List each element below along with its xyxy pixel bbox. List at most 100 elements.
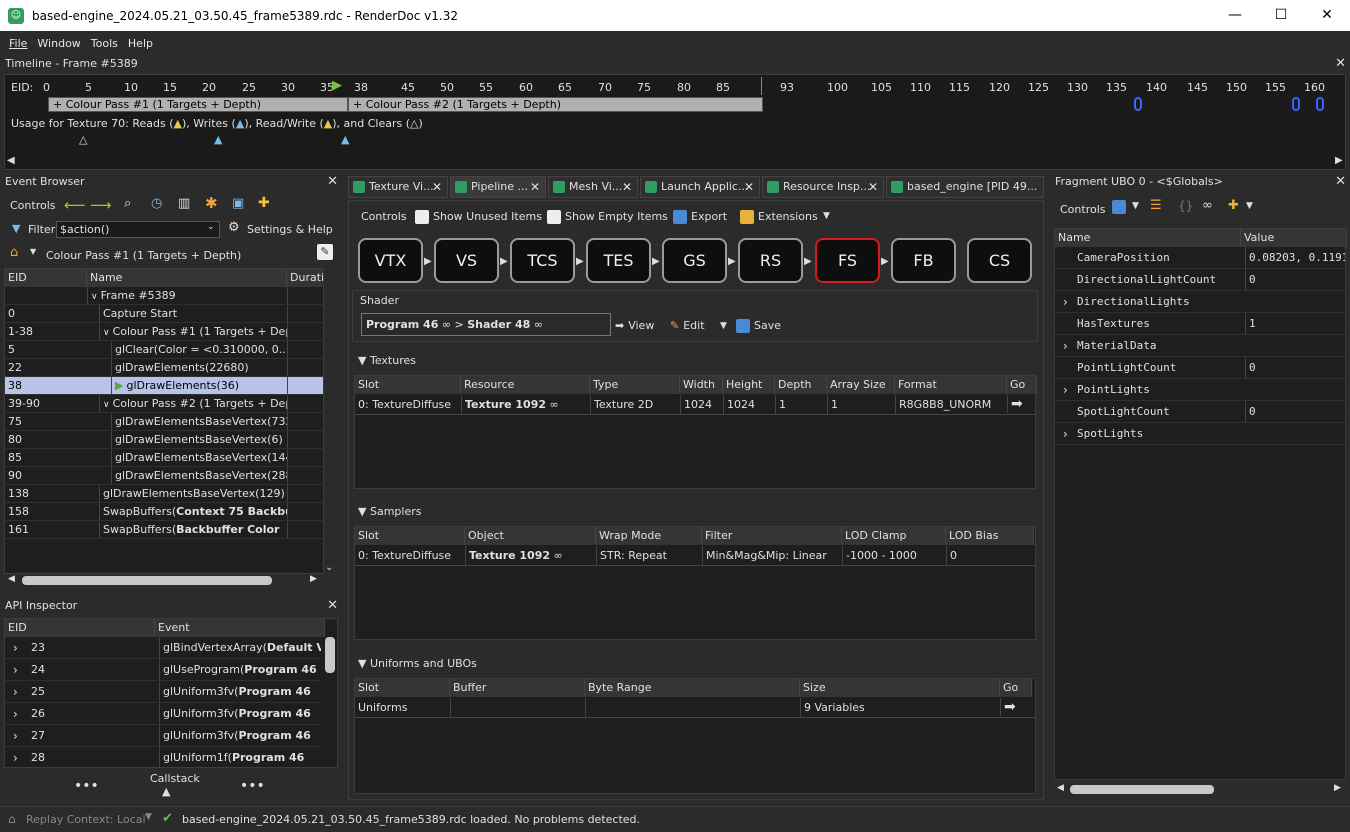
scroll-left-icon[interactable]: ◀	[8, 574, 15, 584]
timeline-marker[interactable]	[1316, 97, 1324, 111]
ubo-variable-row[interactable]: HasTextures 1	[1055, 313, 1345, 335]
expand-icon[interactable]: ∨	[103, 328, 110, 338]
scroll-right-icon[interactable]: ▶	[1335, 155, 1343, 166]
resource-link[interactable]: Texture 1092	[465, 398, 546, 411]
chevron-down-icon[interactable]: ▼	[823, 208, 830, 224]
chevron-right-icon[interactable]: ›	[13, 747, 18, 768]
column-header[interactable]: Array Size	[827, 376, 895, 394]
dots-right-icon[interactable]: •••	[240, 778, 265, 794]
event-list-hscroll[interactable]: ◀ ▶	[4, 574, 338, 588]
tab-resource-inspector[interactable]: Resource Insp... ✕	[762, 176, 884, 198]
column-header[interactable]: Resource	[461, 376, 590, 394]
timeline-pass-2[interactable]: + Colour Pass #2 (1 Targets + Depth)	[348, 97, 763, 112]
stage-vs-button[interactable]: VS	[434, 238, 499, 283]
close-icon[interactable]: ✕	[1335, 55, 1346, 73]
event-row[interactable]: 138 glDrawElementsBaseVertex(129)	[5, 485, 323, 503]
ubo-variable-row[interactable]: › DirectionalLights	[1055, 291, 1345, 313]
ubo-variable-row[interactable]: SpotLightCount 0	[1055, 401, 1345, 423]
close-icon[interactable]: ✕	[868, 177, 878, 197]
tab-based-engine[interactable]: based_engine [PID 49...	[886, 176, 1044, 198]
scroll-down-icon[interactable]: ⌄	[325, 562, 333, 573]
event-row[interactable]: 0 Capture Start	[5, 305, 323, 323]
column-header[interactable]: Depth	[775, 376, 827, 394]
export-button[interactable]: Export	[673, 209, 727, 225]
go-arrow-icon[interactable]: ➡	[1007, 395, 1035, 413]
column-header-name[interactable]: Name	[1055, 229, 1241, 247]
chevron-right-icon[interactable]: ›	[13, 725, 18, 746]
scroll-left-icon[interactable]: ◀	[7, 155, 15, 166]
column-header[interactable]: Slot	[355, 527, 465, 545]
scroll-thumb[interactable]	[325, 637, 335, 673]
close-icon[interactable]: ✕	[327, 173, 338, 191]
chevron-right-icon[interactable]: ›	[1063, 291, 1068, 312]
ubo-variable-row[interactable]: DirectionalLightCount 0	[1055, 269, 1345, 291]
column-header[interactable]: Wrap Mode	[596, 527, 702, 545]
api-event-row[interactable]: › 28 glUniform1f(Program 46	[5, 747, 321, 769]
ubo-hscroll[interactable]: ◀ ▶	[1054, 783, 1346, 797]
column-header[interactable]: Format	[895, 376, 1007, 394]
samplers-section-header[interactable]: ▼ Samplers	[350, 502, 1040, 522]
menu-help[interactable]: Help	[128, 37, 153, 50]
show-unused-button[interactable]: Show Unused Items	[415, 209, 542, 225]
event-row[interactable]: 1-38 ∨ Colour Pass #1 (1 Targets + Dep...	[5, 323, 323, 341]
close-icon[interactable]: ✕	[432, 177, 442, 197]
close-icon[interactable]: ✕	[744, 177, 754, 197]
tab-pipeline-state[interactable]: Pipeline ... ✕	[450, 176, 546, 198]
chevron-right-icon[interactable]: ›	[13, 681, 18, 702]
expand-icon[interactable]: ∨	[91, 292, 98, 302]
column-header[interactable]: Size	[800, 679, 1000, 697]
braces-icon[interactable]: {}	[1178, 199, 1193, 213]
chevron-right-icon[interactable]: ›	[1063, 379, 1068, 400]
column-header[interactable]: LOD Clamp	[842, 527, 946, 545]
shader-link[interactable]: Shader 48	[467, 318, 530, 331]
timeline-marker[interactable]	[1292, 97, 1300, 111]
expand-icon[interactable]: ∨	[103, 400, 110, 410]
columns-icon[interactable]: ☰	[1150, 198, 1162, 213]
api-event-row[interactable]: › 23 glBindVertexArray(Default VAO	[5, 637, 321, 659]
filter-input[interactable]: $action()	[56, 221, 220, 238]
api-event-row[interactable]: › 26 glUniform3fv(Program 46	[5, 703, 321, 725]
event-row[interactable]: 5 glClear(Color = <0.310000, 0....	[5, 341, 323, 359]
close-button[interactable]: ✕	[1304, 0, 1350, 31]
chevron-right-icon[interactable]: ›	[13, 637, 18, 658]
stage-rs-button[interactable]: RS	[738, 238, 803, 283]
event-row[interactable]: 75 glDrawElementsBaseVertex(732)	[5, 413, 323, 431]
column-header[interactable]: Slot	[355, 679, 450, 697]
callstack-label[interactable]: Callstack	[150, 772, 200, 785]
go-arrow-icon[interactable]: ➡	[1000, 698, 1032, 716]
column-header-event[interactable]: Event	[155, 619, 325, 637]
event-row[interactable]: 39-90 ∨ Colour Pass #2 (1 Targets + Dep...	[5, 395, 323, 413]
close-icon[interactable]: ✕	[530, 177, 540, 197]
settings-help-button[interactable]: Settings & Help	[247, 223, 333, 236]
replay-context[interactable]: Replay Context: Local	[26, 813, 146, 826]
event-row[interactable]: ∨ Frame #5389	[5, 287, 323, 305]
show-empty-button[interactable]: Show Empty Items	[547, 209, 668, 225]
chevron-right-icon[interactable]: ›	[13, 659, 18, 680]
minimize-button[interactable]: —	[1212, 0, 1258, 31]
gear-icon[interactable]: ⚙	[228, 220, 240, 235]
table-row[interactable]: 0: TextureDiffuse Texture 1092 ∞ Texture 2…	[355, 395, 1035, 415]
close-icon[interactable]: ✕	[327, 597, 338, 615]
dots-left-icon[interactable]: •••	[74, 778, 99, 794]
column-header[interactable]: Buffer	[450, 679, 585, 697]
tab-launch-application[interactable]: Launch Applic... ✕	[640, 176, 760, 198]
scroll-thumb[interactable]	[1070, 785, 1214, 794]
close-icon[interactable]: ✕	[1335, 173, 1346, 191]
stage-cs-button[interactable]: CS	[967, 238, 1032, 283]
ubo-variable-row[interactable]: PointLightCount 0	[1055, 357, 1345, 379]
extensions-icon[interactable]: ✚	[258, 195, 270, 211]
maximize-button[interactable]: ☐	[1258, 0, 1304, 31]
ubo-variable-row[interactable]: › PointLights	[1055, 379, 1345, 401]
stage-fs-button[interactable]: FS	[815, 238, 880, 283]
column-header[interactable]: Width	[680, 376, 723, 394]
ubo-variable-row[interactable]: › MaterialData	[1055, 335, 1345, 357]
column-header-duration[interactable]: Duratio	[287, 269, 325, 287]
chevron-right-icon[interactable]: ›	[13, 703, 18, 724]
stage-tes-button[interactable]: TES	[586, 238, 651, 283]
chevron-down-icon[interactable]: ▼	[145, 812, 152, 822]
edit-button[interactable]: ✎ Edit	[670, 318, 705, 334]
find-icon[interactable]: ⌕	[124, 196, 131, 211]
chevron-up-icon[interactable]: ▲	[162, 785, 170, 798]
save-icon[interactable]	[1112, 200, 1126, 214]
chevron-down-icon[interactable]: ▼	[1132, 201, 1139, 211]
